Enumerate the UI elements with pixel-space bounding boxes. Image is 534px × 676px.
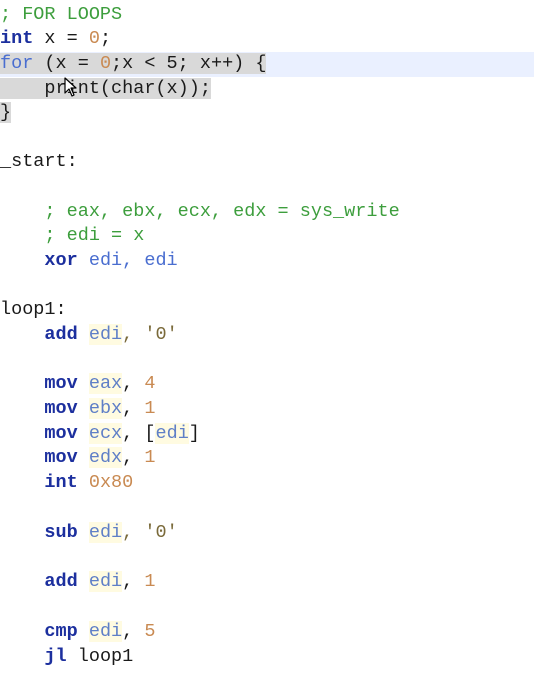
code-line-mov-ebx: mov ebx, 1 xyxy=(0,397,155,422)
register-ebx: ebx xyxy=(88,398,123,419)
code-line-jl: jl loop1 xyxy=(0,645,133,670)
code-line-for: for (x = 0;x < 5; x++) { xyxy=(0,52,267,77)
code-line-int-syscall: int 0x80 xyxy=(0,471,133,496)
code-editor[interactable]: ; FOR LOOPS int x = 0; for (x = 0;x < 5;… xyxy=(0,0,534,676)
keyword-int: int xyxy=(0,28,34,49)
code-line-comment-for-loops: ; FOR LOOPS xyxy=(0,4,123,25)
code-line-add-increment: add edi, 1 xyxy=(0,570,155,595)
code-line-mov-eax: mov eax, 4 xyxy=(0,372,155,397)
register-edi: edi xyxy=(88,621,123,642)
code-line-print: print(char(x)); xyxy=(0,77,211,102)
comma: , xyxy=(122,621,145,642)
code-line-loop1-label: loop1: xyxy=(0,299,67,320)
close-brace: } xyxy=(0,102,12,123)
code-line-comment-registers: ; eax, ebx, ecx, edx = sys_write xyxy=(0,201,400,222)
code-line-start-label: _start: xyxy=(0,151,78,172)
keyword-add: add xyxy=(44,324,78,345)
code-line-sub: sub edi, '0' xyxy=(0,521,178,546)
bracket-close: ] xyxy=(188,423,200,444)
for-initial-value: 0 xyxy=(99,53,112,74)
code-line-int-declaration: int x = 0; xyxy=(0,27,111,52)
keyword-int: int xyxy=(44,472,78,493)
mov-edx-value: 1 xyxy=(144,447,156,468)
for-condition: ;x < 5; x++) { xyxy=(111,53,267,74)
int-initial-value: 0 xyxy=(88,28,100,49)
register-eax: eax xyxy=(88,373,123,394)
mov-ebx-value: 1 xyxy=(144,398,156,419)
keyword-add: add xyxy=(44,571,78,592)
keyword-jl: jl xyxy=(44,646,67,667)
mouse-cursor-icon xyxy=(64,77,77,97)
comma: , xyxy=(122,398,145,419)
code-line-close-brace: } xyxy=(0,101,12,126)
comma: , xyxy=(122,447,145,468)
syscall-number: 0x80 xyxy=(88,472,134,493)
register-ecx: ecx xyxy=(88,423,123,444)
cmp-value: 5 xyxy=(144,621,156,642)
register-edx: edx xyxy=(88,447,123,468)
comma: , xyxy=(122,373,145,394)
keyword-xor: xor xyxy=(44,250,78,271)
register-edi: edi xyxy=(155,423,189,444)
semicolon: ; xyxy=(99,28,112,49)
keyword-mov: mov xyxy=(44,398,78,419)
comma: , xyxy=(122,571,145,592)
code-line-mov-ecx: mov ecx, [edi] xyxy=(0,422,200,447)
register-edi: edi xyxy=(88,324,123,345)
keyword-mov: mov xyxy=(44,447,78,468)
code-line-xor: xor edi, edi xyxy=(0,249,178,274)
add-increment-value: 1 xyxy=(144,571,156,592)
register-edi: edi xyxy=(88,571,123,592)
keyword-mov: mov xyxy=(44,373,78,394)
bracket-open: [ xyxy=(144,423,156,444)
code-line-cmp: cmp edi, 5 xyxy=(0,620,155,645)
comma: , xyxy=(122,423,145,444)
for-paren-open: (x = xyxy=(33,53,100,74)
code-line-add-char: add edi, '0' xyxy=(0,323,178,348)
code-line-comment-edi: ; edi = x xyxy=(0,225,145,246)
keyword-mov: mov xyxy=(44,423,78,444)
jump-target: loop1 xyxy=(66,646,134,667)
keyword-cmp: cmp xyxy=(44,621,78,642)
sub-char-operand: , '0' xyxy=(122,522,178,543)
mov-eax-value: 4 xyxy=(144,373,156,394)
register-edi: edi xyxy=(88,522,123,543)
add-char-operand: , '0' xyxy=(122,324,178,345)
code-line-mov-edx: mov edx, 1 xyxy=(0,446,155,471)
keyword-for: for xyxy=(0,53,34,74)
keyword-sub: sub xyxy=(44,522,78,543)
xor-operands: edi, edi xyxy=(77,250,178,271)
print-statement: print(char(x)); xyxy=(0,78,211,99)
int-declaration-text: x = xyxy=(33,28,89,49)
